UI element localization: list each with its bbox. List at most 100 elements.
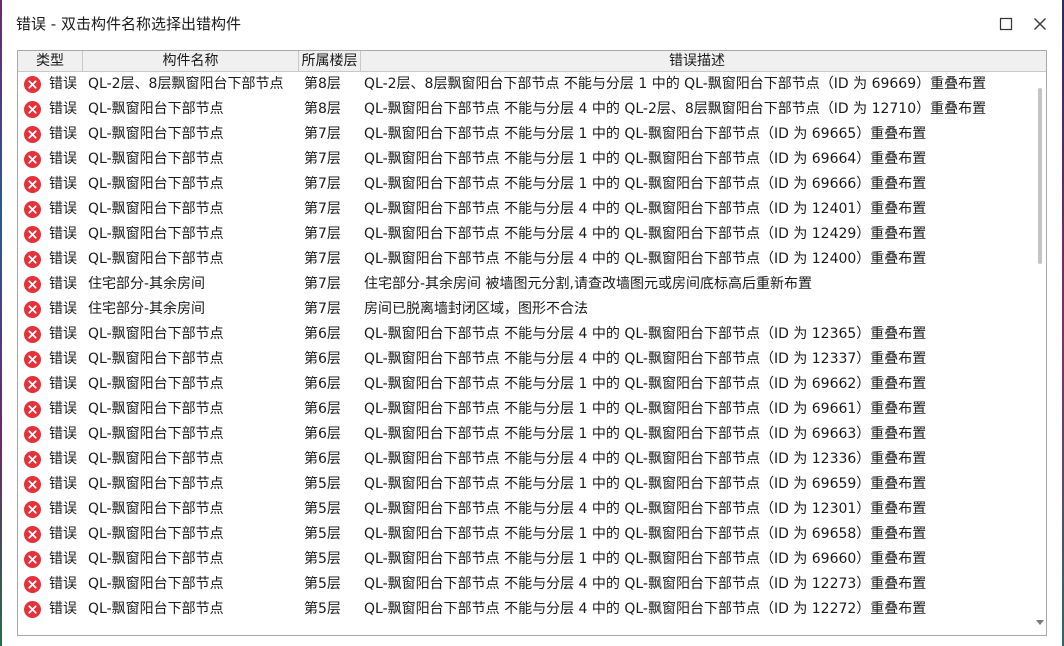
- cell-floor: 第6层: [304, 401, 341, 417]
- maximize-button[interactable]: [992, 10, 1020, 38]
- error-dialog: 错误 - 双击构件名称选择出错构件 类型 构件名称 所属楼层 错误描述 错误 Q…: [2, 0, 1062, 646]
- cell-description: QL-飘窗阳台下部节点 不能与分层 1 中的 QL-飘窗阳台下部节点（ID 为 …: [364, 151, 927, 167]
- cell-description: QL-飘窗阳台下部节点 不能与分层 1 中的 QL-飘窗阳台下部节点（ID 为 …: [364, 476, 927, 492]
- cell-floor: 第6层: [304, 351, 341, 367]
- table-row[interactable]: 错误 QL-飘窗阳台下部节点 第6层 QL-飘窗阳台下部节点 不能与分层 4 中…: [18, 447, 1033, 472]
- cell-floor: 第5层: [304, 551, 341, 567]
- error-icon: [24, 501, 41, 518]
- table-row[interactable]: 错误 QL-飘窗阳台下部节点 第5层 QL-飘窗阳台下部节点 不能与分层 4 中…: [18, 497, 1033, 522]
- cell-component-name[interactable]: QL-飘窗阳台下部节点: [88, 172, 224, 197]
- cell-floor: 第7层: [304, 126, 341, 142]
- table-row[interactable]: 错误 QL-飘窗阳台下部节点 第5层 QL-飘窗阳台下部节点 不能与分层 4 中…: [18, 597, 1033, 622]
- cell-component-name[interactable]: QL-飘窗阳台下部节点: [88, 322, 224, 347]
- table-row[interactable]: 错误 QL-飘窗阳台下部节点 第5层 QL-飘窗阳台下部节点 不能与分层 1 中…: [18, 547, 1033, 572]
- scroll-down-arrow-icon[interactable]: [1036, 620, 1044, 625]
- table-row[interactable]: 错误 QL-飘窗阳台下部节点 第7层 QL-飘窗阳台下部节点 不能与分层 1 中…: [18, 122, 1033, 147]
- error-icon: [24, 576, 41, 593]
- cell-floor: 第5层: [304, 576, 341, 592]
- table-row[interactable]: 错误 QL-2层、8层飘窗阳台下部节点 第8层 QL-2层、8层飘窗阳台下部节点…: [18, 72, 1033, 97]
- cell-type: 错误: [49, 601, 77, 617]
- cell-description: QL-飘窗阳台下部节点 不能与分层 1 中的 QL-飘窗阳台下部节点（ID 为 …: [364, 526, 927, 542]
- cell-floor: 第7层: [304, 151, 341, 167]
- table-row[interactable]: 错误 QL-飘窗阳台下部节点 第7层 QL-飘窗阳台下部节点 不能与分层 4 中…: [18, 197, 1033, 222]
- table-row[interactable]: 错误 QL-飘窗阳台下部节点 第7层 QL-飘窗阳台下部节点 不能与分层 1 中…: [18, 147, 1033, 172]
- cell-component-name[interactable]: QL-飘窗阳台下部节点: [88, 222, 224, 247]
- cell-type: 错误: [49, 526, 77, 542]
- cell-floor: 第5层: [304, 601, 341, 617]
- table-row[interactable]: 错误 QL-飘窗阳台下部节点 第5层 QL-飘窗阳台下部节点 不能与分层 4 中…: [18, 572, 1033, 597]
- cell-component-name[interactable]: QL-飘窗阳台下部节点: [88, 147, 224, 172]
- close-icon: [1034, 18, 1046, 30]
- cell-type: 错误: [49, 76, 77, 92]
- table-row[interactable]: 错误 QL-飘窗阳台下部节点 第6层 QL-飘窗阳台下部节点 不能与分层 1 中…: [18, 397, 1033, 422]
- cell-component-name[interactable]: QL-飘窗阳台下部节点: [88, 372, 224, 397]
- cell-component-name[interactable]: QL-飘窗阳台下部节点: [88, 522, 224, 547]
- cell-floor: 第8层: [304, 101, 341, 117]
- table-row[interactable]: 错误 QL-飘窗阳台下部节点 第6层 QL-飘窗阳台下部节点 不能与分层 1 中…: [18, 422, 1033, 447]
- cell-type: 错误: [49, 276, 77, 292]
- error-icon: [24, 551, 41, 568]
- table-row[interactable]: 错误 QL-飘窗阳台下部节点 第5层 QL-飘窗阳台下部节点 不能与分层 1 中…: [18, 472, 1033, 497]
- cell-description: QL-飘窗阳台下部节点 不能与分层 1 中的 QL-飘窗阳台下部节点（ID 为 …: [364, 401, 927, 417]
- table-row[interactable]: 错误 QL-飘窗阳台下部节点 第8层 QL-飘窗阳台下部节点 不能与分层 4 中…: [18, 97, 1033, 122]
- cell-floor: 第6层: [304, 426, 341, 442]
- cell-component-name[interactable]: 住宅部分-其余房间: [88, 272, 205, 297]
- cell-component-name[interactable]: QL-飘窗阳台下部节点: [88, 97, 224, 122]
- cell-floor: 第7层: [304, 201, 341, 217]
- cell-component-name[interactable]: QL-飘窗阳台下部节点: [88, 547, 224, 572]
- cell-floor: 第7层: [304, 176, 341, 192]
- error-icon: [24, 451, 41, 468]
- close-button[interactable]: [1026, 10, 1054, 38]
- cell-floor: 第6层: [304, 376, 341, 392]
- error-table[interactable]: 类型 构件名称 所属楼层 错误描述 错误 QL-2层、8层飘窗阳台下部节点 第8…: [17, 50, 1047, 636]
- cell-floor: 第5层: [304, 476, 341, 492]
- column-header-floor[interactable]: 所属楼层: [299, 51, 361, 71]
- cell-description: QL-飘窗阳台下部节点 不能与分层 4 中的 QL-飘窗阳台下部节点（ID 为 …: [364, 226, 927, 242]
- error-icon: [24, 401, 41, 418]
- error-icon: [24, 526, 41, 543]
- cell-component-name[interactable]: QL-飘窗阳台下部节点: [88, 197, 224, 222]
- cell-component-name[interactable]: QL-飘窗阳台下部节点: [88, 497, 224, 522]
- error-icon: [24, 226, 41, 243]
- cell-component-name[interactable]: 住宅部分-其余房间: [88, 297, 205, 322]
- table-row[interactable]: 错误 QL-飘窗阳台下部节点 第5层 QL-飘窗阳台下部节点 不能与分层 1 中…: [18, 522, 1033, 547]
- column-header-name[interactable]: 构件名称: [83, 51, 299, 71]
- cell-description: QL-飘窗阳台下部节点 不能与分层 4 中的 QL-飘窗阳台下部节点（ID 为 …: [364, 601, 927, 617]
- error-icon: [24, 76, 41, 93]
- cell-component-name[interactable]: QL-飘窗阳台下部节点: [88, 572, 224, 597]
- cell-description: QL-飘窗阳台下部节点 不能与分层 1 中的 QL-飘窗阳台下部节点（ID 为 …: [364, 176, 927, 192]
- maximize-icon: [999, 17, 1013, 31]
- cell-component-name[interactable]: QL-2层、8层飘窗阳台下部节点: [88, 72, 283, 97]
- table-row[interactable]: 错误 住宅部分-其余房间 第7层 住宅部分-其余房间 被墙图元分割,请查改墙图元…: [18, 272, 1033, 297]
- cell-type: 错误: [49, 351, 77, 367]
- column-header-type[interactable]: 类型: [18, 51, 83, 71]
- cell-component-name[interactable]: QL-飘窗阳台下部节点: [88, 122, 224, 147]
- scrollbar-thumb[interactable]: [1038, 88, 1042, 264]
- cell-component-name[interactable]: QL-飘窗阳台下部节点: [88, 422, 224, 447]
- error-icon: [24, 426, 41, 443]
- table-row[interactable]: 错误 QL-飘窗阳台下部节点 第6层 QL-飘窗阳台下部节点 不能与分层 4 中…: [18, 347, 1033, 372]
- table-row[interactable]: 错误 QL-飘窗阳台下部节点 第7层 QL-飘窗阳台下部节点 不能与分层 4 中…: [18, 247, 1033, 272]
- cell-type: 错误: [49, 501, 77, 517]
- cell-component-name[interactable]: QL-飘窗阳台下部节点: [88, 447, 224, 472]
- cell-component-name[interactable]: QL-飘窗阳台下部节点: [88, 397, 224, 422]
- table-row[interactable]: 错误 QL-飘窗阳台下部节点 第6层 QL-飘窗阳台下部节点 不能与分层 4 中…: [18, 322, 1033, 347]
- vertical-scrollbar[interactable]: [1033, 72, 1046, 635]
- cell-component-name[interactable]: QL-飘窗阳台下部节点: [88, 597, 224, 622]
- cell-component-name[interactable]: QL-飘窗阳台下部节点: [88, 347, 224, 372]
- cell-component-name[interactable]: QL-飘窗阳台下部节点: [88, 247, 224, 272]
- error-icon: [24, 101, 41, 118]
- cell-type: 错误: [49, 151, 77, 167]
- table-row[interactable]: 错误 QL-飘窗阳台下部节点 第7层 QL-飘窗阳台下部节点 不能与分层 1 中…: [18, 172, 1033, 197]
- error-icon: [24, 376, 41, 393]
- cell-description: QL-2层、8层飘窗阳台下部节点 不能与分层 1 中的 QL-飘窗阳台下部节点（…: [364, 76, 987, 92]
- table-row[interactable]: 错误 QL-飘窗阳台下部节点 第6层 QL-飘窗阳台下部节点 不能与分层 1 中…: [18, 372, 1033, 397]
- table-row[interactable]: 错误 住宅部分-其余房间 第7层 房间已脱离墙封闭区域，图形不合法: [18, 297, 1033, 322]
- cell-component-name[interactable]: QL-飘窗阳台下部节点: [88, 472, 224, 497]
- error-icon: [24, 251, 41, 268]
- column-header-description[interactable]: 错误描述: [361, 51, 1033, 71]
- table-header: 类型 构件名称 所属楼层 错误描述: [18, 51, 1046, 72]
- table-row[interactable]: 错误 QL-飘窗阳台下部节点 第7层 QL-飘窗阳台下部节点 不能与分层 4 中…: [18, 222, 1033, 247]
- error-icon: [24, 201, 41, 218]
- error-icon: [24, 351, 41, 368]
